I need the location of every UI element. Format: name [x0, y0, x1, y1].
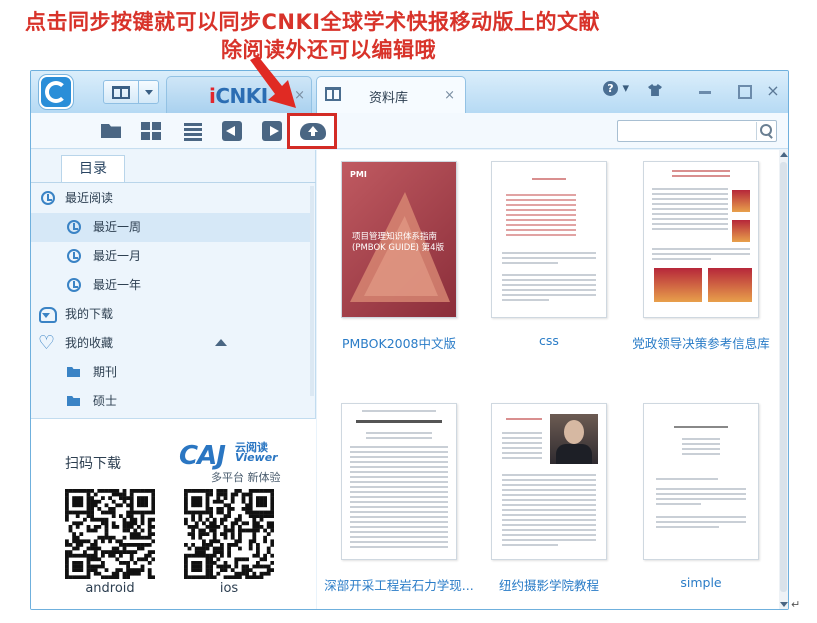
library-book-icon — [112, 86, 130, 99]
tab-close-icon[interactable]: × — [444, 88, 455, 103]
skin-button[interactable] — [643, 81, 667, 101]
help-icon: ? — [602, 81, 618, 96]
sidebar: 目录 最近阅读 最近一周 最近一月 最近一年 我的下载 ♡ 我的收藏 期刊 硕士… — [31, 150, 316, 609]
sidebar-item-last-month[interactable]: 最近一月 — [31, 242, 311, 271]
sidebar-item-masters[interactable]: 硕士 — [31, 387, 311, 416]
document-thumbnail[interactable] — [643, 161, 759, 318]
folder-icon — [67, 396, 80, 406]
caption-line-2: 除阅读外还可以编辑哦 — [221, 38, 436, 62]
grid-view-icon[interactable] — [139, 119, 163, 143]
main-scrollbar[interactable] — [779, 150, 788, 609]
cloud-sync-icon[interactable] — [300, 120, 326, 142]
clock-icon — [67, 249, 81, 263]
sidebar-item-my-downloads[interactable]: 我的下载 — [31, 300, 311, 329]
document-thumbnail[interactable] — [491, 403, 607, 560]
scroll-thumb[interactable] — [780, 162, 787, 592]
cajviewer-logo-icon[interactable] — [39, 75, 73, 109]
red-arrow-annotation — [250, 56, 296, 108]
heart-icon — [38, 329, 55, 357]
download-icon — [39, 307, 57, 323]
document-thumbnail[interactable] — [341, 403, 457, 560]
minimize-button[interactable] — [691, 81, 719, 101]
scroll-down-icon[interactable] — [780, 602, 788, 607]
document-thumbnail[interactable] — [643, 403, 759, 560]
scroll-up-icon[interactable] — [780, 152, 788, 157]
sidebar-item-my-favorites[interactable]: 我的收藏 — [31, 329, 311, 358]
document-title[interactable]: 纽约摄影学院教程 — [469, 575, 629, 594]
close-window-button[interactable]: × — [761, 81, 785, 101]
document-title[interactable]: 深部开采工程岩石力学现... — [319, 575, 479, 594]
sidebar-item-last-year[interactable]: 最近一年 — [31, 271, 311, 300]
search-icon[interactable] — [756, 122, 774, 140]
clock-icon — [41, 191, 55, 205]
qr-label-ios: ios — [219, 581, 239, 596]
folder-open-icon[interactable] — [99, 119, 123, 143]
toolbar — [31, 113, 788, 149]
qr-panel-title: 扫码下载 — [65, 456, 121, 472]
sidebar-scrollbar[interactable] — [310, 186, 314, 396]
document-thumbnail[interactable]: PMI 项目管理知识体系指南 (PMBOK GUIDE) 第4版 — [341, 161, 457, 318]
qr-download-panel: 扫码下载 CAJ 云阅读 Viewer 多平台 新体验 android ios — [31, 418, 316, 609]
folder-icon — [67, 367, 80, 377]
maximize-button[interactable] — [729, 81, 757, 101]
document-title[interactable]: 党政领导决策参考信息库 — [621, 333, 781, 352]
list-view-icon[interactable] — [181, 119, 205, 143]
library-book-icon — [325, 87, 341, 101]
clock-icon — [67, 278, 81, 292]
qr-label-android: android — [85, 581, 135, 596]
sidebar-item-recent-reading[interactable]: 最近阅读 — [31, 184, 311, 213]
sidebar-item-journals[interactable]: 期刊 — [31, 358, 311, 387]
caj-viewer-logo: CAJ 云阅读 Viewer 多平台 新体验 — [179, 441, 281, 484]
qr-code-android — [65, 489, 156, 580]
document-grid: PMI 项目管理知识体系指南 (PMBOK GUIDE) 第4版 PMBOK200… — [317, 150, 788, 609]
return-mark: ↵ — [791, 598, 801, 611]
clock-icon — [67, 220, 81, 234]
collapse-icon[interactable] — [215, 339, 227, 346]
sidebar-item-last-week[interactable]: 最近一周 — [31, 213, 311, 242]
document-title[interactable]: PMBOK2008中文版 — [319, 333, 479, 352]
back-icon[interactable] — [221, 119, 245, 143]
caption-line-1: 点击同步按键就可以同步CNKI全球学术快报移动版上的文献 — [24, 10, 601, 34]
sync-highlight-box — [287, 113, 337, 149]
document-title[interactable]: css — [469, 333, 629, 348]
title-bar: iCNKI × 资料库 × ? ▾ × — [31, 71, 788, 113]
main-menu-button[interactable] — [103, 80, 159, 104]
document-title[interactable]: simple — [621, 575, 781, 590]
chevron-down-icon[interactable] — [138, 81, 158, 103]
document-thumbnail[interactable] — [491, 161, 607, 318]
cajviewer-window: iCNKI × 资料库 × ? ▾ × 目录 最近阅读 最近一周 最近一月 最近… — [30, 70, 789, 610]
tab-library-label: 资料库 — [369, 91, 409, 106]
search-input[interactable] — [617, 120, 777, 142]
tab-library[interactable]: 资料库 × — [316, 76, 466, 113]
help-button[interactable]: ? ▾ — [599, 81, 633, 101]
qr-code-ios — [184, 489, 275, 580]
forward-icon[interactable] — [261, 119, 285, 143]
chevron-down-icon: ▾ — [622, 81, 630, 96]
tab-catalog[interactable]: 目录 — [61, 155, 125, 183]
